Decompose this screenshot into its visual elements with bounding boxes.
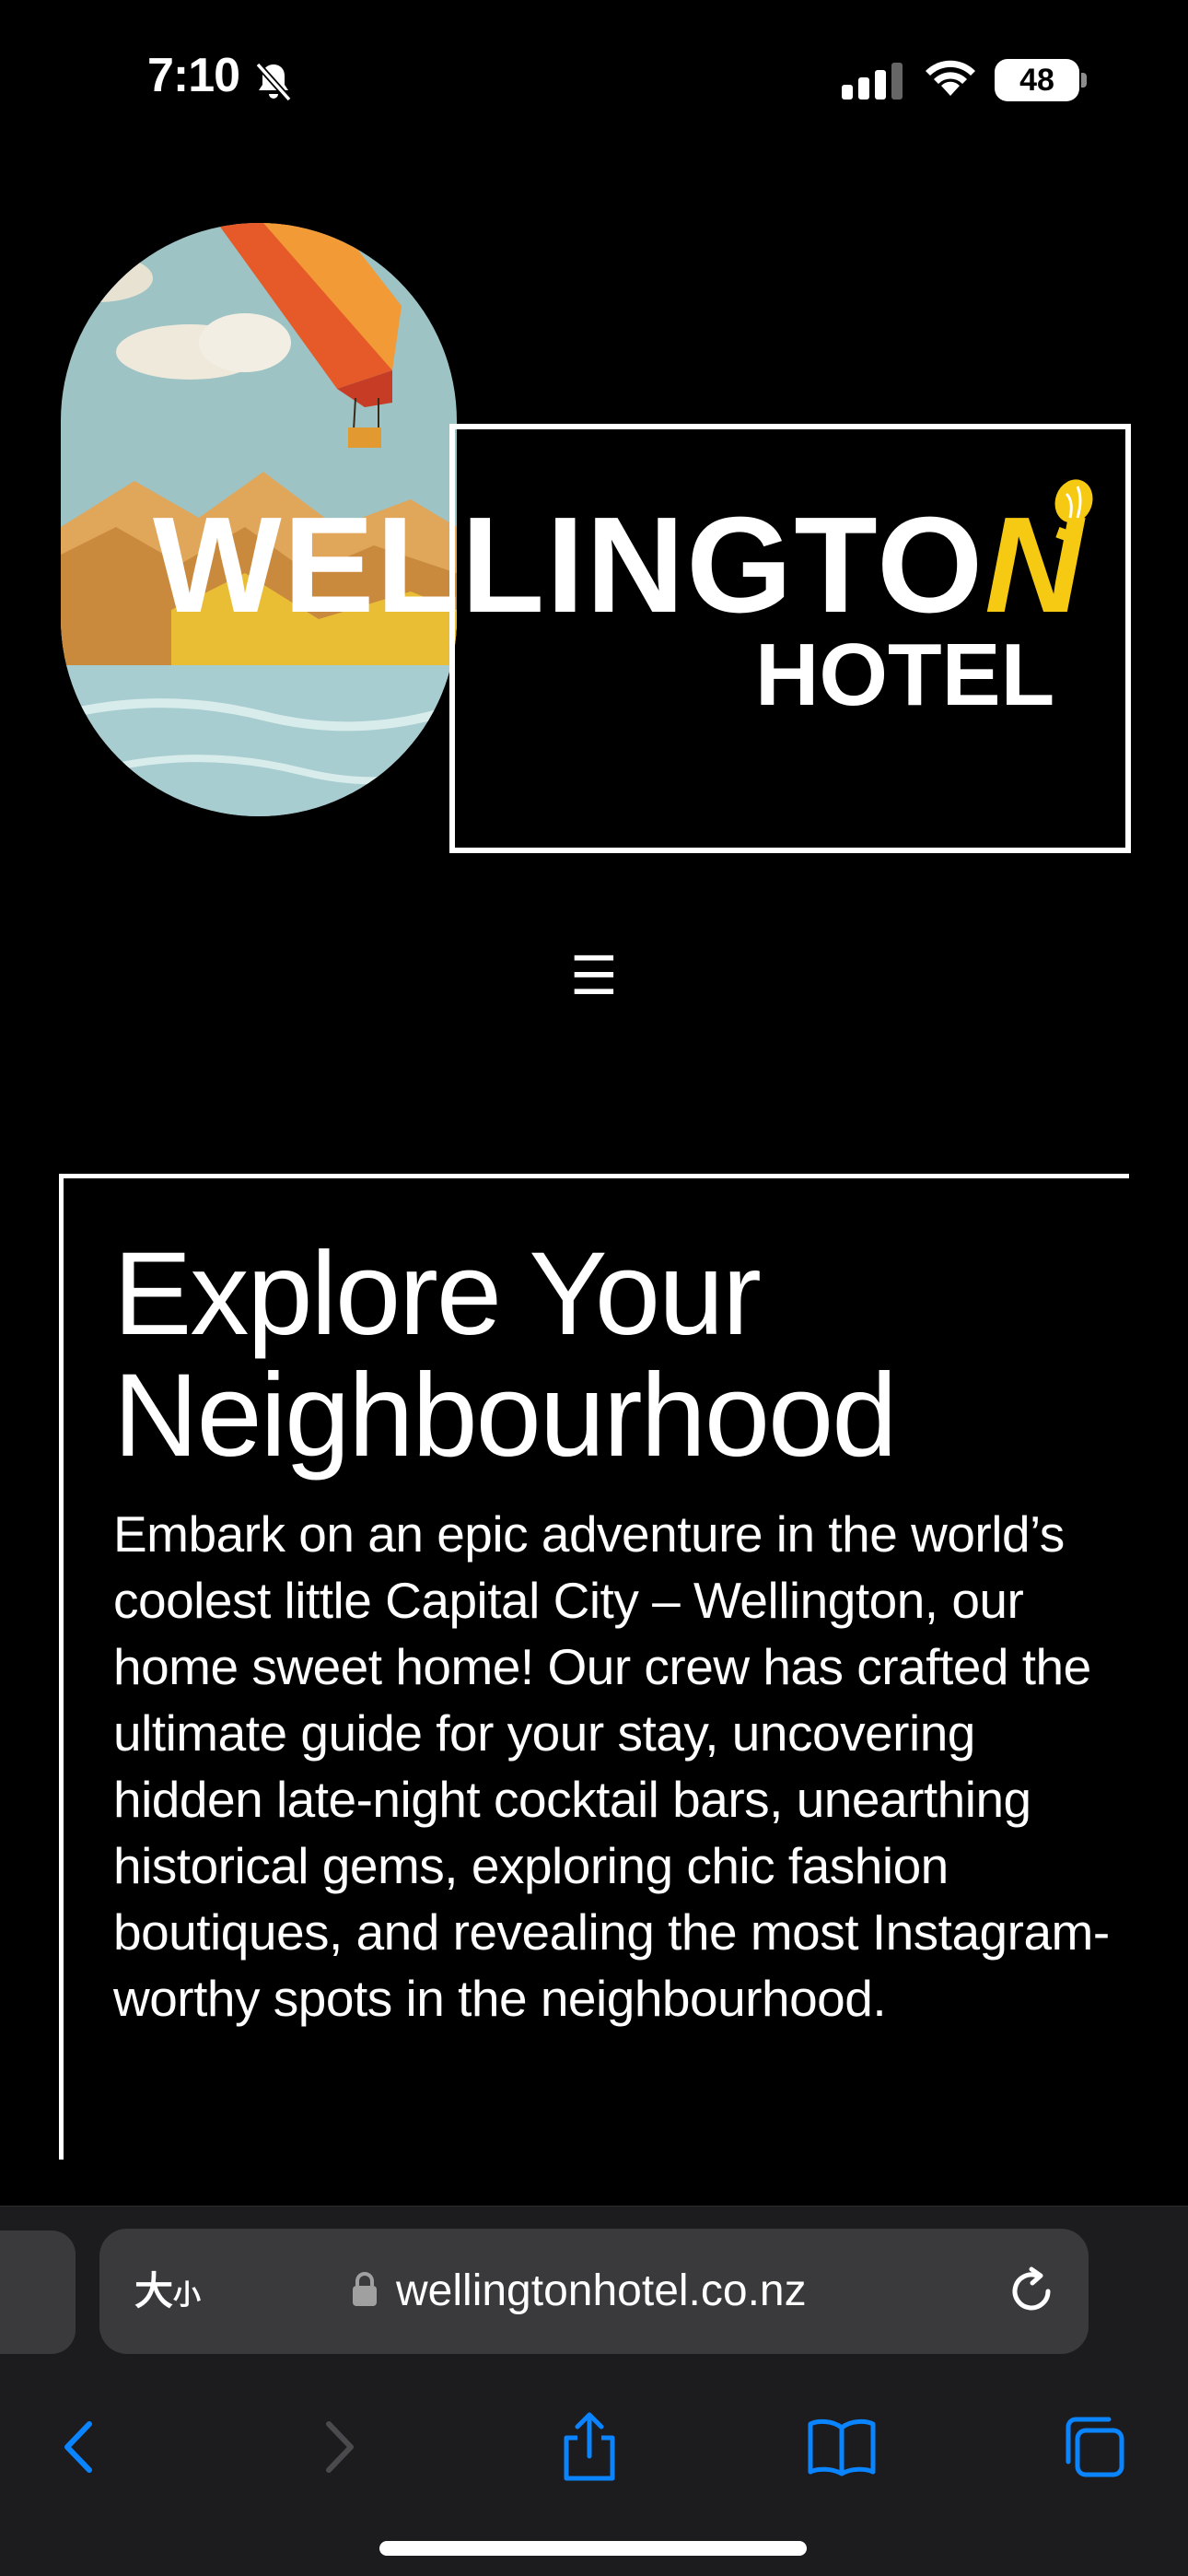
safari-toolbar bbox=[0, 2387, 1188, 2507]
battery-level: 48 bbox=[1019, 63, 1054, 98]
home-indicator[interactable] bbox=[379, 2541, 807, 2556]
page-title: Explore Your Neighbourhood bbox=[113, 1228, 897, 1481]
menu-button[interactable]: ☰ bbox=[553, 940, 635, 1013]
hamburger-icon: ☰ bbox=[570, 946, 618, 1006]
hotel-logo[interactable]: WELLINGTON HOTEL bbox=[55, 221, 1133, 857]
intro-paragraph: Embark on an epic adventure in the world… bbox=[113, 1505, 1110, 2027]
battery-tip bbox=[1081, 73, 1087, 88]
previous-tab-preview[interactable] bbox=[0, 2231, 76, 2354]
browser-toolbar: 大小 wellingtonhotel.co.nz bbox=[0, 2206, 1188, 2576]
back-button[interactable] bbox=[33, 2387, 125, 2507]
share-button[interactable] bbox=[543, 2387, 635, 2507]
logo-word-main: WELLINGTO bbox=[153, 489, 985, 641]
text-size-big: 大 bbox=[134, 2269, 174, 2313]
bell-slash-icon bbox=[255, 62, 292, 102]
logo-wordmark: WELLINGTON bbox=[153, 498, 1085, 634]
share-icon bbox=[564, 2412, 615, 2481]
tabs-button[interactable] bbox=[1048, 2387, 1140, 2507]
text-size-button[interactable]: 大小 bbox=[134, 2229, 201, 2354]
url-text[interactable]: wellingtonhotel.co.nz bbox=[396, 2229, 807, 2354]
back-icon bbox=[64, 2421, 92, 2473]
bookmarks-button[interactable] bbox=[796, 2387, 888, 2507]
status-time: 7:10 bbox=[147, 49, 240, 102]
balloon-icon bbox=[1054, 479, 1093, 543]
wifi-icon bbox=[926, 60, 975, 96]
page: 7:10 48 WELLINGTON HOTEL ☰ Explore Your … bbox=[0, 0, 1188, 2576]
reload-icon[interactable] bbox=[1004, 2264, 1059, 2319]
status-bar: 7:10 48 bbox=[0, 0, 1188, 157]
forward-icon bbox=[326, 2421, 354, 2473]
battery-icon: 48 bbox=[995, 59, 1087, 101]
text-size-small: 小 bbox=[173, 2280, 202, 2311]
tabs-icon bbox=[1066, 2417, 1124, 2477]
logo-subtitle: HOTEL bbox=[755, 626, 1055, 724]
cellular-signal-icon bbox=[842, 63, 903, 100]
address-bar[interactable]: 大小 wellingtonhotel.co.nz bbox=[99, 2229, 1089, 2354]
lock-icon bbox=[353, 2272, 377, 2306]
forward-button[interactable] bbox=[293, 2387, 385, 2507]
bookmarks-icon bbox=[808, 2418, 876, 2476]
explore-card: Explore Your Neighbourhood Embark on an … bbox=[59, 1174, 1129, 2160]
